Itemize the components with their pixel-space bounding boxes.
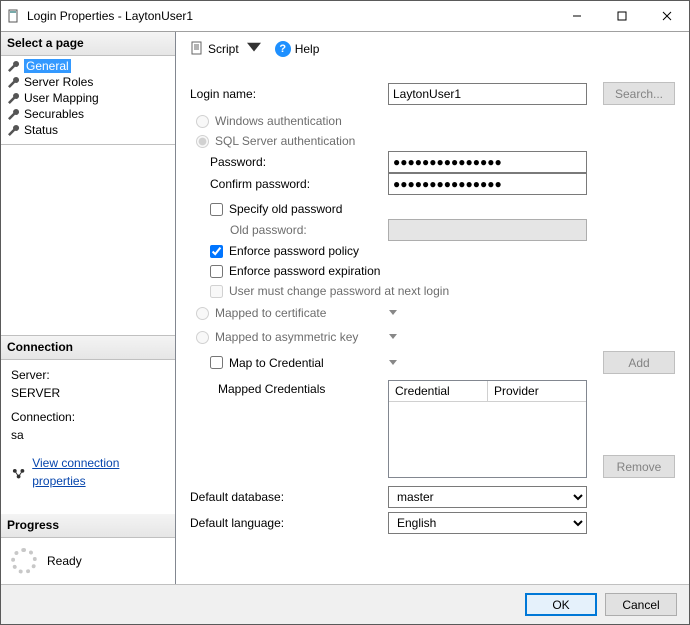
maximize-button[interactable]	[599, 1, 644, 31]
login-name-label: Login name:	[190, 87, 380, 101]
add-button: Add	[603, 351, 675, 374]
server-value: SERVER	[11, 384, 169, 402]
connection-props-icon	[11, 466, 26, 478]
right-pane: Script ? Help Login name: Search... Wind…	[176, 32, 689, 584]
must-change-label: User must change password at next login	[229, 284, 449, 298]
windows-auth-radio	[196, 115, 209, 128]
select-page-header: Select a page	[1, 32, 175, 56]
mapped-cert-radio	[196, 307, 209, 320]
page-item-label: Securables	[24, 107, 84, 121]
mapped-cert-combo	[388, 306, 587, 320]
server-label: Server:	[11, 366, 169, 384]
progress-spinner-icon	[11, 548, 37, 574]
wrench-icon	[7, 92, 20, 105]
specify-old-password-label: Specify old password	[229, 202, 342, 216]
dropdown-arrow-icon	[247, 41, 261, 58]
left-pane: Select a page General Server Roles User …	[1, 32, 176, 584]
cancel-button[interactable]: Cancel	[605, 593, 677, 616]
enforce-expiration-label: Enforce password expiration	[229, 264, 380, 278]
remove-button: Remove	[603, 455, 675, 478]
default-database-select[interactable]: master	[388, 486, 587, 508]
help-label: Help	[295, 42, 320, 56]
windows-auth-label: Windows authentication	[215, 114, 342, 128]
title-bar: Login Properties - LaytonUser1	[1, 1, 689, 31]
col-provider: Provider	[488, 381, 586, 402]
default-database-label: Default database:	[190, 490, 380, 504]
confirm-password-label: Confirm password:	[190, 173, 380, 195]
progress-status: Ready	[47, 554, 82, 568]
password-field[interactable]	[388, 151, 587, 173]
old-password-label: Old password:	[190, 219, 380, 241]
page-item-user-mapping[interactable]: User Mapping	[3, 90, 173, 106]
connection-label: Connection:	[11, 408, 169, 426]
connection-body: Server: SERVER Connection: sa View conne…	[1, 360, 175, 494]
wrench-icon	[7, 108, 20, 121]
sql-auth-radio	[196, 135, 209, 148]
page-item-status[interactable]: Status	[3, 122, 173, 138]
map-credential-checkbox[interactable]	[210, 356, 223, 369]
progress-body: Ready	[1, 538, 175, 584]
confirm-password-field[interactable]	[388, 173, 587, 195]
app-icon	[7, 9, 21, 23]
password-label: Password:	[190, 151, 380, 173]
page-item-securables[interactable]: Securables	[3, 106, 173, 122]
col-credential: Credential	[389, 381, 488, 402]
page-item-server-roles[interactable]: Server Roles	[3, 74, 173, 90]
close-button[interactable]	[644, 1, 689, 31]
old-password-field	[388, 219, 587, 241]
progress-header: Progress	[1, 514, 175, 538]
wrench-icon	[7, 124, 20, 137]
minimize-button[interactable]	[554, 1, 599, 31]
page-item-general[interactable]: General	[3, 58, 173, 74]
enforce-policy-checkbox[interactable]	[210, 245, 223, 258]
wrench-icon	[7, 60, 20, 73]
toolbar: Script ? Help	[176, 32, 689, 66]
default-language-select[interactable]: English	[388, 512, 587, 534]
mapped-credentials-label: Mapped Credentials	[190, 380, 380, 396]
mapped-asym-label: Mapped to asymmetric key	[215, 330, 358, 344]
specify-old-password-checkbox[interactable]	[210, 203, 223, 216]
wrench-icon	[7, 76, 20, 89]
mapped-asym-radio	[196, 331, 209, 344]
enforce-expiration-checkbox[interactable]	[210, 265, 223, 278]
default-language-label: Default language:	[190, 516, 380, 530]
page-item-label: General	[24, 59, 71, 73]
view-connection-properties-link[interactable]: View connection properties	[32, 454, 169, 490]
map-credential-combo	[388, 356, 587, 370]
form-body: Login name: Search... Windows authentica…	[176, 66, 689, 584]
help-icon: ?	[275, 41, 291, 57]
sql-auth-label: SQL Server authentication	[215, 134, 355, 148]
script-icon	[190, 41, 204, 58]
connection-value: sa	[11, 426, 169, 444]
help-button[interactable]: ? Help	[271, 38, 324, 60]
page-list: General Server Roles User Mapping Secura…	[1, 56, 175, 144]
login-name-field[interactable]	[388, 83, 587, 105]
dialog-buttons: OK Cancel	[1, 584, 689, 624]
window-title: Login Properties - LaytonUser1	[27, 9, 554, 23]
page-item-label: Server Roles	[24, 75, 93, 89]
ok-button[interactable]: OK	[525, 593, 597, 616]
mapped-asym-combo	[388, 330, 587, 344]
script-label: Script	[208, 42, 239, 56]
page-item-label: Status	[24, 123, 58, 137]
mapped-credentials-table[interactable]: Credential Provider	[388, 380, 587, 478]
search-button: Search...	[603, 82, 675, 105]
mapped-cert-label: Mapped to certificate	[215, 306, 326, 320]
map-credential-label: Map to Credential	[229, 356, 324, 370]
must-change-checkbox	[210, 285, 223, 298]
script-button[interactable]: Script	[186, 38, 265, 61]
enforce-policy-label: Enforce password policy	[229, 244, 359, 258]
page-item-label: User Mapping	[24, 91, 99, 105]
connection-header: Connection	[1, 336, 175, 360]
